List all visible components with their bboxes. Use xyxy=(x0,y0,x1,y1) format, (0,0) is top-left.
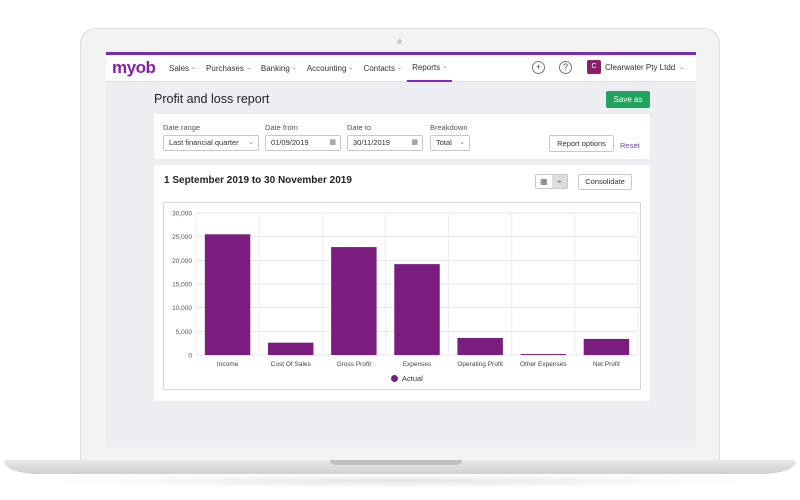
laptop-notch xyxy=(330,460,462,465)
chevron-down-icon: ⌄ xyxy=(348,65,354,71)
chart-container: 0 5,000 10,000 15,000 20,000 25,000 30,000 Inco… xyxy=(163,202,641,390)
breakdown-select[interactable]: Total ⌄ xyxy=(430,135,470,151)
chart-bar xyxy=(583,338,630,355)
chart-bar xyxy=(394,264,440,355)
x-tick-label: Net Profit xyxy=(593,361,620,368)
date-range-select[interactable]: Last financial quarter ⌄ xyxy=(163,135,259,151)
company-switcher[interactable]: C Clearwater Pty Ltdd ⌄ xyxy=(587,60,684,74)
page-title: Profit and loss report xyxy=(154,92,270,106)
x-tick-label: Gross Profit xyxy=(337,361,372,368)
date-to-label: Date to xyxy=(347,123,372,132)
x-tick-label: Other Expenses xyxy=(520,361,567,368)
camera-icon xyxy=(397,39,402,44)
x-tick-label: Operating Profit xyxy=(457,361,503,368)
report-panel: 1 September 2019 to 30 November 2019 ▦ ⌁… xyxy=(154,165,650,401)
nav-item-accounting[interactable]: Accounting ⌄ xyxy=(302,55,359,82)
legend-swatch xyxy=(391,375,398,382)
y-tick-label: 30,000 xyxy=(172,211,192,218)
breakdown-label: Breakdown xyxy=(430,123,468,132)
y-tick-label: 0 xyxy=(188,353,192,360)
nav-item-label: Accounting xyxy=(306,64,347,73)
chevron-down-icon: ⌄ xyxy=(397,65,403,71)
save-as-button[interactable]: Save as xyxy=(606,91,650,108)
report-options-button[interactable]: Report options xyxy=(549,135,614,152)
bar-chart: 0 5,000 10,000 15,000 20,000 25,000 30,000 Inco… xyxy=(172,211,639,368)
view-toggle: ▦ ⌁ xyxy=(535,174,568,189)
chevron-down-icon: ⌄ xyxy=(459,139,465,146)
report-period-heading: 1 September 2019 to 30 November 2019 xyxy=(164,175,352,186)
company-name: Clearwater Pty Ltdd xyxy=(605,62,676,72)
breakdown-value: Total xyxy=(436,138,452,147)
date-range-value: Last financial quarter xyxy=(169,138,239,147)
nav-item-contacts[interactable]: Contacts ⌄ xyxy=(358,55,407,82)
app-screen: myob Sales ⌄ Purchases ⌄ Banking ⌄ Accounti… xyxy=(106,52,696,447)
chart-legend: Actual xyxy=(391,374,423,383)
x-tick-label: Expenses xyxy=(403,361,432,368)
legend-label: Actual xyxy=(402,374,423,383)
y-tick-label: 20,000 xyxy=(172,258,192,265)
chart-bar xyxy=(520,354,567,355)
nav-item-purchases[interactable]: Purchases ⌄ xyxy=(201,55,256,82)
x-tick-label: Cost Of Sales xyxy=(271,361,312,368)
reset-link[interactable]: Reset xyxy=(620,141,640,150)
nav-menu: Sales ⌄ Purchases ⌄ Banking ⌄ Accounting ⌄ C… xyxy=(164,55,453,82)
nav-item-label: Reports xyxy=(412,63,441,72)
chevron-down-icon: ⌄ xyxy=(248,139,254,146)
chart-bar xyxy=(457,337,503,355)
date-from-label: Date from xyxy=(265,123,298,132)
x-tick-label: Income xyxy=(217,361,239,368)
nav-item-label: Purchases xyxy=(206,64,244,73)
date-to-field[interactable]: 30/11/2019 ▦ xyxy=(347,135,423,151)
top-navigation: myob Sales ⌄ Purchases ⌄ Banking ⌄ Accounti… xyxy=(106,52,696,82)
y-tick-label: 15,000 xyxy=(172,282,192,289)
chevron-down-icon: ⌄ xyxy=(191,65,197,71)
chart-view-icon[interactable]: ⌁ xyxy=(551,175,567,188)
y-tick-label: 5,000 xyxy=(176,329,193,336)
date-from-field[interactable]: 01/09/2019 ▦ xyxy=(265,135,341,151)
date-from-value: 01/09/2019 xyxy=(271,138,309,147)
add-icon[interactable]: + xyxy=(532,61,545,74)
y-tick-label: 10,000 xyxy=(172,305,192,312)
nav-item-label: Sales xyxy=(169,64,190,73)
nav-item-reports[interactable]: Reports ⌄ xyxy=(407,55,453,82)
chevron-down-icon: ⌄ xyxy=(679,64,685,71)
calendar-icon[interactable]: ▦ xyxy=(411,136,418,150)
consolidate-button[interactable]: Consolidate xyxy=(578,174,632,190)
chart-bar xyxy=(331,247,377,355)
date-range-label: Date range xyxy=(163,123,201,132)
nav-item-banking[interactable]: Banking ⌄ xyxy=(256,55,302,82)
company-avatar: C xyxy=(587,60,601,74)
table-view-icon[interactable]: ▦ xyxy=(536,175,552,188)
nav-item-label: Contacts xyxy=(363,64,396,73)
chevron-down-icon: ⌄ xyxy=(245,65,251,71)
nav-item-label: Banking xyxy=(260,64,290,73)
y-tick-label: 25,000 xyxy=(172,234,192,241)
chevron-down-icon: ⌄ xyxy=(442,64,448,70)
filter-panel: Date range Last financial quarter ⌄ Date… xyxy=(154,114,650,159)
date-to-value: 30/11/2019 xyxy=(353,138,390,147)
chevron-down-icon: ⌄ xyxy=(291,65,297,71)
nav-item-sales[interactable]: Sales ⌄ xyxy=(164,55,201,82)
chart-bar xyxy=(204,234,251,355)
laptop-shadow xyxy=(40,474,760,488)
myob-logo[interactable]: myob xyxy=(112,58,156,78)
chart-bar xyxy=(267,342,314,355)
calendar-icon[interactable]: ▦ xyxy=(329,136,336,150)
help-icon[interactable]: ? xyxy=(559,61,572,74)
